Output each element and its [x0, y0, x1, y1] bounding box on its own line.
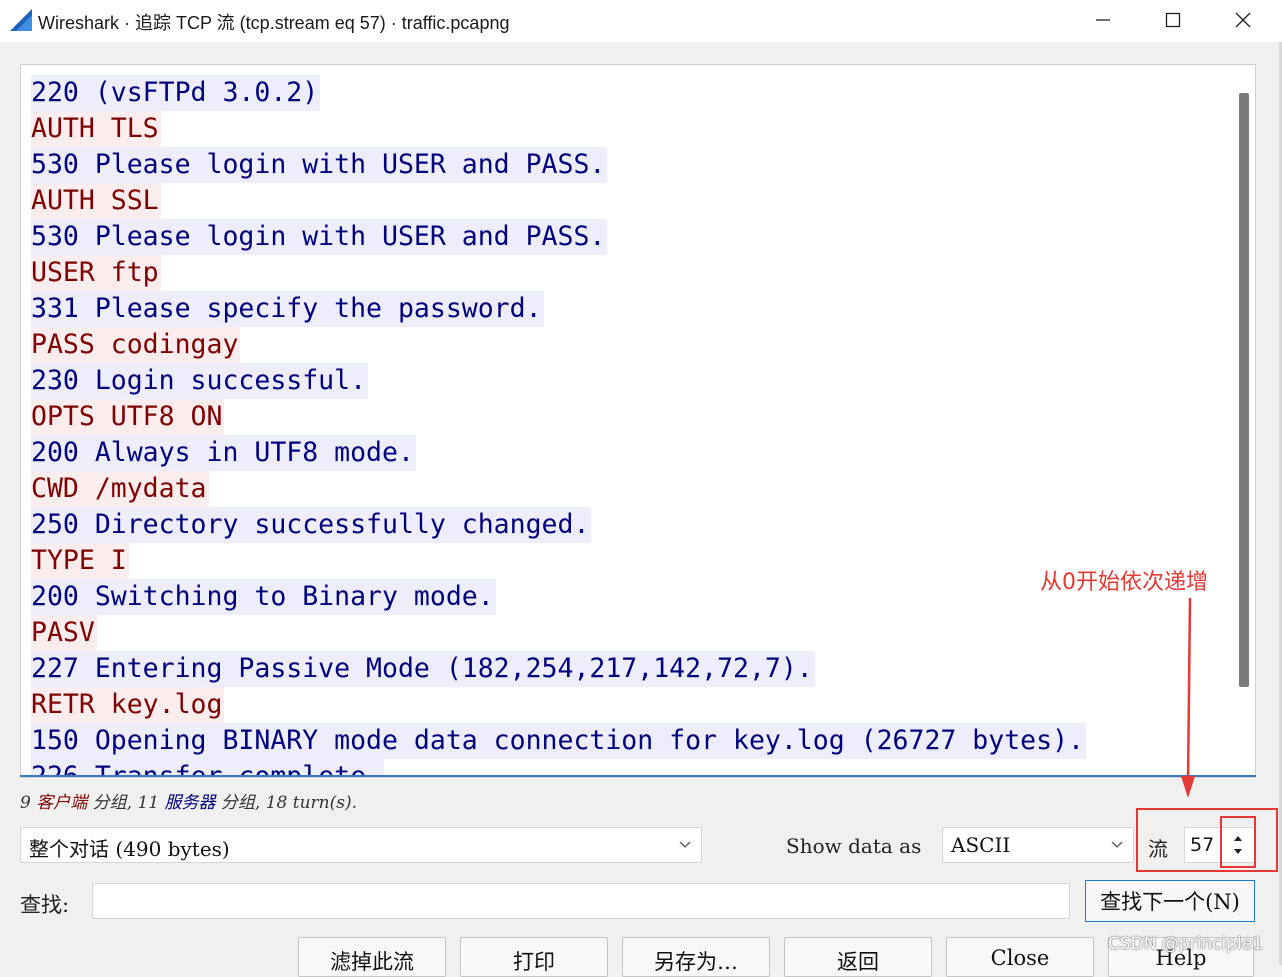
stream-number-value: 57 — [1190, 834, 1215, 856]
close-button[interactable]: Close — [946, 937, 1094, 977]
stream-line-text: AUTH SSL — [31, 183, 161, 219]
server-label: 服务器 — [164, 793, 216, 813]
packets-word: 分组, — [220, 793, 261, 813]
stream-text[interactable]: 220 (vsFTPd 3.0.2) AUTH TLS 530 Please log… — [31, 75, 1227, 777]
save-as-button[interactable]: 另存为… — [622, 937, 770, 977]
back-button[interactable]: 返回 — [784, 937, 932, 977]
server-stream-line: 220 (vsFTPd 3.0.2) — [31, 75, 1227, 111]
minimize-icon — [1096, 19, 1110, 21]
stream-line-text: 220 (vsFTPd 3.0.2) — [31, 75, 321, 111]
server-stream-line: 331 Please specify the password. — [31, 291, 1227, 327]
packets-word: 分组, — [92, 793, 133, 813]
panel-divider — [20, 775, 1256, 777]
server-stream-line: 150 Opening BINARY mode data connection … — [31, 723, 1227, 759]
stream-line-text: PASS codingay — [31, 327, 241, 363]
stream-line-text: 331 Please specify the password. — [31, 291, 544, 327]
stream-line-text: OPTS UTF8 ON — [31, 399, 225, 435]
stream-line-text: AUTH TLS — [31, 111, 161, 147]
client-stream-line: AUTH TLS — [31, 111, 1227, 147]
stream-line-text: 530 Please login with USER and PASS. — [31, 219, 608, 255]
chevron-down-icon — [1111, 841, 1123, 848]
watermark: CSDN @principle1 — [1108, 934, 1264, 954]
show-data-as-value: ASCII — [951, 833, 1011, 857]
close-icon — [1235, 12, 1251, 28]
find-next-button[interactable]: 查找下一个(N) — [1085, 880, 1255, 922]
client-stream-line: AUTH SSL — [31, 183, 1227, 219]
conversation-select-value: 整个对话 (490 bytes) — [29, 837, 230, 861]
show-data-as-select[interactable]: ASCII — [942, 827, 1134, 863]
filter-out-button[interactable]: 滤掉此流 — [298, 937, 446, 977]
show-data-as-label: Show data as — [786, 834, 922, 858]
server-stream-line: 530 Please login with USER and PASS. — [31, 219, 1227, 255]
client-stream-line: PASS codingay — [31, 327, 1227, 363]
window-title: Wireshark · 追踪 TCP 流 (tcp.stream eq 57) … — [38, 13, 510, 33]
stream-summary: 9 客户端 分组, 11 服务器 分组, 18 turn(s). — [20, 788, 357, 813]
chevron-down-icon — [679, 841, 691, 848]
print-button[interactable]: 打印 — [460, 937, 608, 977]
server-stream-line: 230 Login successful. — [31, 363, 1227, 399]
annotation-text: 从0开始依次递增 — [1040, 570, 1208, 595]
conversation-select[interactable]: 整个对话 (490 bytes) — [20, 827, 702, 863]
client-stream-line: PASV — [31, 615, 1227, 651]
client-label: 客户端 — [36, 793, 88, 813]
stream-content-panel[interactable]: 220 (vsFTPd 3.0.2) AUTH TLS 530 Please log… — [20, 64, 1256, 778]
server-stream-line: 530 Please login with USER and PASS. — [31, 147, 1227, 183]
find-label: 查找: — [20, 893, 70, 917]
annotation-arrow-icon — [1181, 597, 1195, 798]
stream-line-text: 230 Login successful. — [31, 363, 369, 399]
spin-arrows-icon[interactable] — [1226, 829, 1250, 861]
wireshark-fin-icon — [10, 9, 32, 31]
client-stream-line: OPTS UTF8 ON — [31, 399, 1227, 435]
stream-line-text: 530 Please login with USER and PASS. — [31, 147, 608, 183]
server-packet-count: 11 — [137, 793, 160, 813]
server-stream-line: 200 Always in UTF8 mode. — [31, 435, 1227, 471]
stream-line-text: CWD /mydata — [31, 471, 209, 507]
minimize-button[interactable] — [1068, 0, 1138, 40]
stream-line-text: 150 Opening BINARY mode data connection … — [31, 723, 1086, 759]
stream-line-text: 200 Always in UTF8 mode. — [31, 435, 416, 471]
stream-label: 流 — [1148, 837, 1168, 861]
stream-line-text: RETR key.log — [31, 687, 225, 723]
stream-line-text: PASV — [31, 615, 97, 651]
client-stream-line: RETR key.log — [31, 687, 1227, 723]
find-input[interactable] — [92, 883, 1070, 919]
maximize-button[interactable] — [1138, 0, 1208, 40]
stream-line-text: USER ftp — [31, 255, 161, 291]
client-packet-count: 9 — [20, 793, 31, 813]
stream-line-text: 250 Directory successfully changed. — [31, 507, 592, 543]
stream-line-text: 227 Entering Passive Mode (182,254,217,1… — [31, 651, 815, 687]
turn-count: 18 turn(s). — [265, 793, 358, 813]
stream-line-text: TYPE I — [31, 543, 129, 579]
stream-line-text: 200 Switching to Binary mode. — [31, 579, 496, 615]
client-stream-line: CWD /mydata — [31, 471, 1227, 507]
server-stream-line: 250 Directory successfully changed. — [31, 507, 1227, 543]
vertical-scrollbar[interactable] — [1239, 93, 1249, 687]
close-window-button[interactable] — [1208, 0, 1278, 40]
title-bar: Wireshark · 追踪 TCP 流 (tcp.stream eq 57) … — [0, 0, 1282, 42]
client-stream-line: USER ftp — [31, 255, 1227, 291]
server-stream-line: 227 Entering Passive Mode (182,254,217,1… — [31, 651, 1227, 687]
maximize-icon — [1165, 12, 1181, 28]
